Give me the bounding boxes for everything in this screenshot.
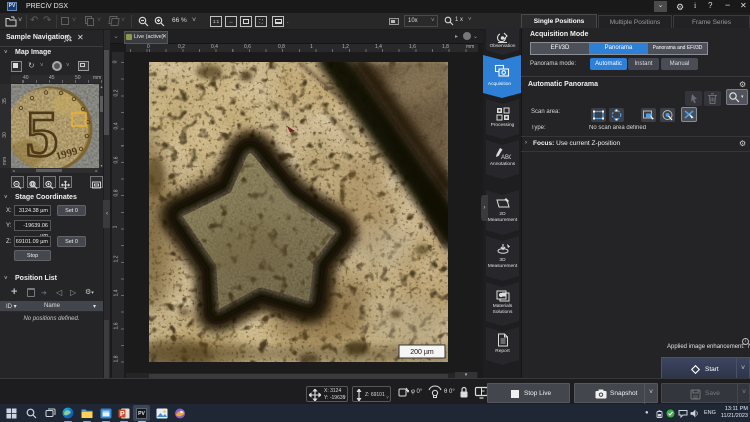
svg-text:5: 5 — [26, 98, 59, 168]
svg-text:P: P — [120, 411, 125, 418]
svg-text:200 µm: 200 µm — [410, 349, 434, 356]
svg-text:ABC: ABC — [501, 155, 511, 161]
